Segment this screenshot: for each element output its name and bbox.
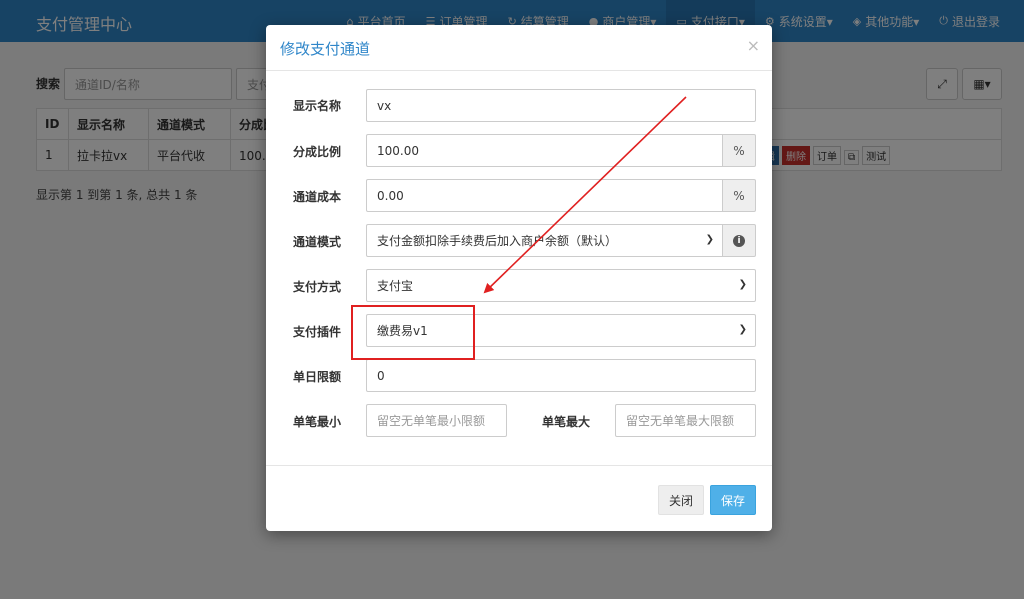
- min-amount-label: 单笔最小: [293, 415, 342, 429]
- daily-limit-input[interactable]: 0: [366, 359, 756, 392]
- daily-limit-label: 单日限额: [293, 370, 342, 384]
- annotation-highlight-box: [351, 305, 475, 360]
- plugin-label: 支付插件: [293, 325, 342, 339]
- max-amount-label: 单笔最大: [542, 415, 591, 429]
- ratio-label: 分成比例: [293, 145, 342, 159]
- chevron-down-icon: ❯: [705, 234, 714, 245]
- modal-footer: 关闭 保存: [266, 465, 772, 531]
- cost-label: 通道成本: [293, 190, 342, 204]
- close-icon[interactable]: ×: [747, 36, 760, 55]
- ratio-input[interactable]: 100.00: [366, 134, 723, 167]
- mode-info-addon[interactable]: i: [723, 224, 756, 257]
- mode-select-value: 支付金额扣除手续费后加入商户余额（默认）: [377, 234, 618, 248]
- pay-type-label: 支付方式: [293, 280, 342, 294]
- cost-input[interactable]: 0.00: [366, 179, 723, 212]
- display-name-input[interactable]: vx: [366, 89, 756, 122]
- display-name-label: 显示名称: [293, 99, 342, 113]
- max-amount-input[interactable]: 留空无单笔最大限额: [615, 404, 756, 437]
- chevron-down-icon: ❯: [738, 324, 747, 335]
- mode-select[interactable]: 支付金额扣除手续费后加入商户余额（默认） ❯: [366, 224, 723, 257]
- min-amount-input[interactable]: 留空无单笔最小限额: [366, 404, 507, 437]
- modal-header: 修改支付通道 ×: [266, 25, 772, 71]
- ratio-percent-addon: %: [723, 134, 756, 167]
- pay-type-select-value: 支付宝: [377, 279, 414, 293]
- pay-type-select[interactable]: 支付宝 ❯: [366, 269, 756, 302]
- save-button[interactable]: 保存: [710, 485, 756, 515]
- edit-channel-modal: 修改支付通道 × 显示名称 vx 分成比例 100.00 % 通道成本 0.00…: [266, 25, 772, 531]
- mode-label: 通道模式: [293, 235, 342, 249]
- chevron-down-icon: ❯: [738, 279, 747, 290]
- cost-percent-addon: %: [723, 179, 756, 212]
- info-icon: i: [733, 234, 745, 247]
- modal-title: 修改支付通道: [280, 40, 371, 58]
- close-button[interactable]: 关闭: [658, 485, 704, 515]
